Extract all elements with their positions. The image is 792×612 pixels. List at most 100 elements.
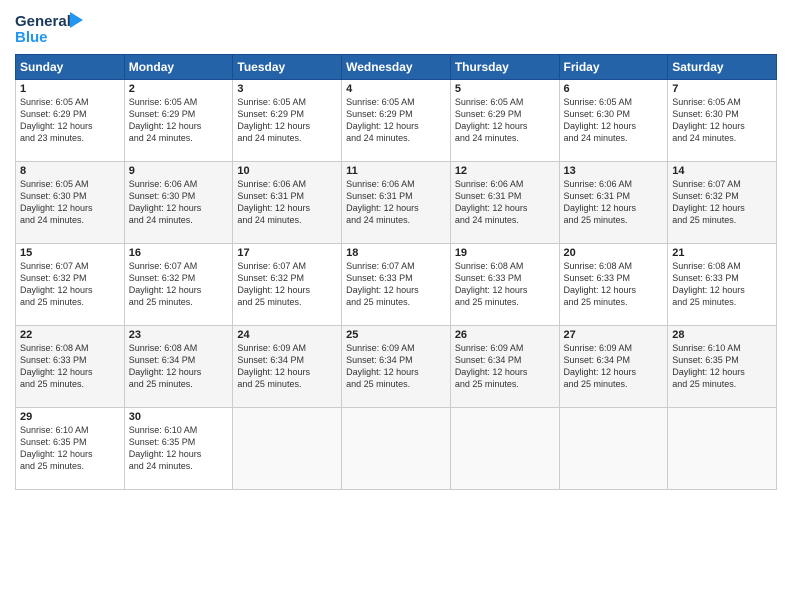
day-number: 11 bbox=[346, 165, 446, 177]
day-info: Sunrise: 6:10 AMSunset: 6:35 PMDaylight:… bbox=[20, 424, 120, 473]
calendar-table: SundayMondayTuesdayWednesdayThursdayFrid… bbox=[15, 54, 777, 490]
day-info: Sunrise: 6:08 AMSunset: 6:33 PMDaylight:… bbox=[672, 260, 772, 309]
day-number: 4 bbox=[346, 83, 446, 95]
calendar-cell: 26Sunrise: 6:09 AMSunset: 6:34 PMDayligh… bbox=[450, 326, 559, 408]
day-info: Sunrise: 6:10 AMSunset: 6:35 PMDaylight:… bbox=[672, 342, 772, 391]
svg-text:Blue: Blue bbox=[15, 29, 48, 46]
day-number: 24 bbox=[237, 329, 337, 341]
day-number: 15 bbox=[20, 247, 120, 259]
day-info: Sunrise: 6:07 AMSunset: 6:33 PMDaylight:… bbox=[346, 260, 446, 309]
day-number: 25 bbox=[346, 329, 446, 341]
day-info: Sunrise: 6:09 AMSunset: 6:34 PMDaylight:… bbox=[237, 342, 337, 391]
calendar-cell: 24Sunrise: 6:09 AMSunset: 6:34 PMDayligh… bbox=[233, 326, 342, 408]
day-number: 5 bbox=[455, 83, 555, 95]
calendar-cell: 16Sunrise: 6:07 AMSunset: 6:32 PMDayligh… bbox=[124, 244, 233, 326]
calendar-cell: 9Sunrise: 6:06 AMSunset: 6:30 PMDaylight… bbox=[124, 162, 233, 244]
calendar-cell: 28Sunrise: 6:10 AMSunset: 6:35 PMDayligh… bbox=[668, 326, 777, 408]
day-number: 30 bbox=[129, 411, 229, 423]
calendar-week-row: 8Sunrise: 6:05 AMSunset: 6:30 PMDaylight… bbox=[16, 162, 777, 244]
day-info: Sunrise: 6:05 AMSunset: 6:30 PMDaylight:… bbox=[20, 178, 120, 227]
day-number: 29 bbox=[20, 411, 120, 423]
day-number: 7 bbox=[672, 83, 772, 95]
header: GeneralBlue bbox=[15, 10, 777, 46]
calendar-cell: 7Sunrise: 6:05 AMSunset: 6:30 PMDaylight… bbox=[668, 80, 777, 162]
page: GeneralBlue SundayMondayTuesdayWednesday… bbox=[0, 0, 792, 612]
day-number: 20 bbox=[564, 247, 664, 259]
calendar-cell: 23Sunrise: 6:08 AMSunset: 6:34 PMDayligh… bbox=[124, 326, 233, 408]
day-info: Sunrise: 6:09 AMSunset: 6:34 PMDaylight:… bbox=[455, 342, 555, 391]
day-number: 18 bbox=[346, 247, 446, 259]
calendar-cell: 25Sunrise: 6:09 AMSunset: 6:34 PMDayligh… bbox=[342, 326, 451, 408]
calendar-cell: 30Sunrise: 6:10 AMSunset: 6:35 PMDayligh… bbox=[124, 408, 233, 490]
day-info: Sunrise: 6:05 AMSunset: 6:29 PMDaylight:… bbox=[455, 96, 555, 145]
day-number: 23 bbox=[129, 329, 229, 341]
day-info: Sunrise: 6:06 AMSunset: 6:30 PMDaylight:… bbox=[129, 178, 229, 227]
calendar-cell: 5Sunrise: 6:05 AMSunset: 6:29 PMDaylight… bbox=[450, 80, 559, 162]
day-number: 26 bbox=[455, 329, 555, 341]
calendar-cell: 12Sunrise: 6:06 AMSunset: 6:31 PMDayligh… bbox=[450, 162, 559, 244]
day-number: 16 bbox=[129, 247, 229, 259]
calendar-cell: 14Sunrise: 6:07 AMSunset: 6:32 PMDayligh… bbox=[668, 162, 777, 244]
day-number: 13 bbox=[564, 165, 664, 177]
day-info: Sunrise: 6:06 AMSunset: 6:31 PMDaylight:… bbox=[564, 178, 664, 227]
day-number: 2 bbox=[129, 83, 229, 95]
day-number: 12 bbox=[455, 165, 555, 177]
day-info: Sunrise: 6:09 AMSunset: 6:34 PMDaylight:… bbox=[346, 342, 446, 391]
calendar-cell: 19Sunrise: 6:08 AMSunset: 6:33 PMDayligh… bbox=[450, 244, 559, 326]
day-number: 27 bbox=[564, 329, 664, 341]
calendar-cell bbox=[450, 408, 559, 490]
calendar-week-row: 29Sunrise: 6:10 AMSunset: 6:35 PMDayligh… bbox=[16, 408, 777, 490]
day-number: 3 bbox=[237, 83, 337, 95]
calendar-cell: 13Sunrise: 6:06 AMSunset: 6:31 PMDayligh… bbox=[559, 162, 668, 244]
calendar-header-row: SundayMondayTuesdayWednesdayThursdayFrid… bbox=[16, 55, 777, 80]
day-number: 8 bbox=[20, 165, 120, 177]
day-info: Sunrise: 6:08 AMSunset: 6:33 PMDaylight:… bbox=[20, 342, 120, 391]
day-info: Sunrise: 6:05 AMSunset: 6:29 PMDaylight:… bbox=[237, 96, 337, 145]
calendar-cell: 8Sunrise: 6:05 AMSunset: 6:30 PMDaylight… bbox=[16, 162, 125, 244]
day-number: 10 bbox=[237, 165, 337, 177]
calendar-cell: 18Sunrise: 6:07 AMSunset: 6:33 PMDayligh… bbox=[342, 244, 451, 326]
day-header-saturday: Saturday bbox=[668, 55, 777, 80]
logo: GeneralBlue bbox=[15, 10, 85, 46]
day-header-monday: Monday bbox=[124, 55, 233, 80]
logo-icon: GeneralBlue bbox=[15, 10, 85, 46]
calendar-cell bbox=[342, 408, 451, 490]
calendar-cell: 10Sunrise: 6:06 AMSunset: 6:31 PMDayligh… bbox=[233, 162, 342, 244]
day-number: 6 bbox=[564, 83, 664, 95]
day-number: 22 bbox=[20, 329, 120, 341]
day-header-wednesday: Wednesday bbox=[342, 55, 451, 80]
day-info: Sunrise: 6:10 AMSunset: 6:35 PMDaylight:… bbox=[129, 424, 229, 473]
day-number: 14 bbox=[672, 165, 772, 177]
day-number: 9 bbox=[129, 165, 229, 177]
calendar-week-row: 15 Sunrise: 6:07 AMSunset: 6:32 PMDayligh… bbox=[16, 244, 777, 326]
calendar-cell bbox=[233, 408, 342, 490]
calendar-cell: 27Sunrise: 6:09 AMSunset: 6:34 PMDayligh… bbox=[559, 326, 668, 408]
day-info: Sunrise: 6:06 AMSunset: 6:31 PMDaylight:… bbox=[455, 178, 555, 227]
day-info: Sunrise: 6:05 AMSunset: 6:30 PMDaylight:… bbox=[564, 96, 664, 145]
day-header-sunday: Sunday bbox=[16, 55, 125, 80]
day-number: 1 bbox=[20, 83, 120, 95]
calendar-cell: 6Sunrise: 6:05 AMSunset: 6:30 PMDaylight… bbox=[559, 80, 668, 162]
day-info: Sunrise: 6:06 AMSunset: 6:31 PMDaylight:… bbox=[346, 178, 446, 227]
svg-text:General: General bbox=[15, 13, 71, 30]
calendar-cell: 4Sunrise: 6:05 AMSunset: 6:29 PMDaylight… bbox=[342, 80, 451, 162]
day-info: Sunrise: 6:06 AMSunset: 6:31 PMDaylight:… bbox=[237, 178, 337, 227]
day-info: Sunrise: 6:05 AMSunset: 6:29 PMDaylight:… bbox=[20, 96, 120, 145]
calendar-cell: 20Sunrise: 6:08 AMSunset: 6:33 PMDayligh… bbox=[559, 244, 668, 326]
day-info: Sunrise: 6:07 AMSunset: 6:32 PMDaylight:… bbox=[237, 260, 337, 309]
calendar-cell: 15Sunrise: 6:07 AMSunset: 6:32 PMDayligh… bbox=[16, 244, 125, 326]
calendar-week-row: 1Sunrise: 6:05 AMSunset: 6:29 PMDaylight… bbox=[16, 80, 777, 162]
day-info: Sunrise: 6:07 AMSunset: 6:32 PMDaylight:… bbox=[672, 178, 772, 227]
calendar-cell bbox=[559, 408, 668, 490]
calendar-cell: 21Sunrise: 6:08 AMSunset: 6:33 PMDayligh… bbox=[668, 244, 777, 326]
day-header-friday: Friday bbox=[559, 55, 668, 80]
day-number: 28 bbox=[672, 329, 772, 341]
day-number: 21 bbox=[672, 247, 772, 259]
calendar-cell: 1Sunrise: 6:05 AMSunset: 6:29 PMDaylight… bbox=[16, 80, 125, 162]
day-info: Sunrise: 6:05 AMSunset: 6:29 PMDaylight:… bbox=[129, 96, 229, 145]
calendar-cell: 11Sunrise: 6:06 AMSunset: 6:31 PMDayligh… bbox=[342, 162, 451, 244]
day-info: Sunrise: 6:08 AMSunset: 6:33 PMDaylight:… bbox=[455, 260, 555, 309]
day-info: Sunrise: 6:07 AMSunset: 6:32 PMDaylight:… bbox=[129, 260, 229, 309]
calendar-cell: 22Sunrise: 6:08 AMSunset: 6:33 PMDayligh… bbox=[16, 326, 125, 408]
calendar-cell: 17Sunrise: 6:07 AMSunset: 6:32 PMDayligh… bbox=[233, 244, 342, 326]
